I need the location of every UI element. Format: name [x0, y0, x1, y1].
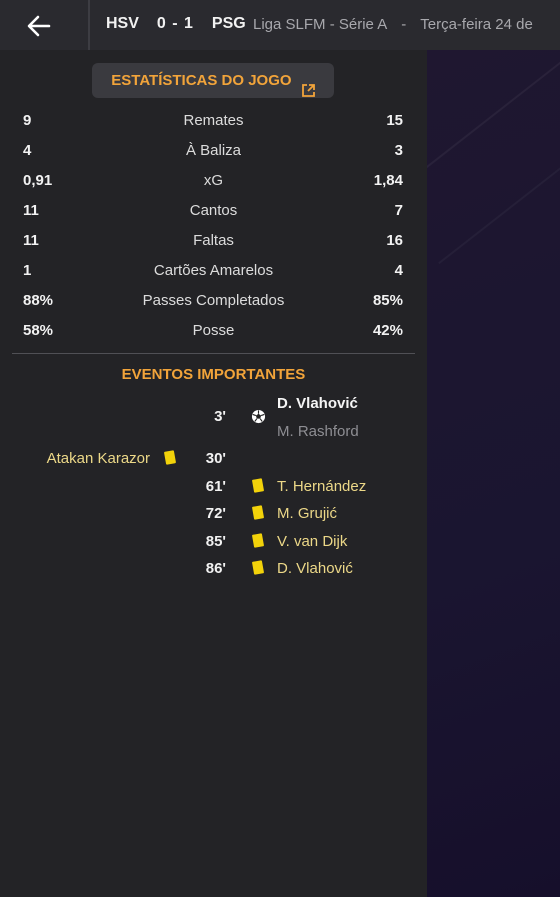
away-team: PSG	[211, 15, 246, 32]
goal-ball-icon	[251, 409, 266, 429]
yellow-card-icon	[251, 478, 265, 497]
competition-info: Liga SLFM - Série A - Terça-feira 24 de	[253, 16, 533, 33]
stat-label: Posse	[192, 322, 235, 339]
stat-label: Faltas	[193, 232, 234, 249]
top-bar: HSV 0 - 1 PSG Liga SLFM - Série A - Terça-fe…	[0, 0, 560, 50]
event-minute: 30'	[205, 450, 226, 467]
home-team: HSV	[106, 15, 139, 32]
section-divider	[12, 353, 415, 354]
stat-label: Cartões Amarelos	[153, 262, 274, 279]
match-stats-title: ESTATÍSTICAS DO JOGO	[111, 72, 292, 89]
stat-away-value: 42%	[372, 322, 403, 339]
match-stats-button[interactable]: ESTATÍSTICAS DO JOGO	[92, 63, 334, 98]
stat-label: À Baliza	[185, 142, 242, 159]
event-minute: 3'	[214, 408, 226, 425]
event-player[interactable]: M. Grujić	[277, 505, 337, 522]
competition-name: Liga SLFM - Série A	[253, 16, 388, 33]
stat-home-value: 9	[23, 112, 32, 129]
event-player[interactable]: D. Vlahović	[277, 395, 358, 412]
event-player[interactable]: Atakan Karazor	[0, 450, 150, 467]
stat-label: Remates	[183, 112, 244, 129]
stat-home-value: 0,91	[23, 172, 53, 189]
event-player[interactable]: T. Hernández	[277, 478, 366, 495]
stat-away-value: 16	[386, 232, 403, 249]
stat-row: Passes Completados 88% 85%	[0, 292, 427, 322]
stat-row: Cartões Amarelos 1 4	[0, 262, 427, 292]
yellow-card-icon	[251, 533, 265, 552]
stat-row: Posse 58% 42%	[0, 322, 427, 352]
stat-row: xG 0,91 1,84	[0, 172, 427, 202]
stat-home-value: 58%	[23, 322, 54, 339]
header-divider	[88, 0, 90, 50]
back-arrow-icon[interactable]	[24, 11, 54, 41]
stat-label: Passes Completados	[142, 292, 285, 309]
stat-row: À Baliza 4 3	[0, 142, 427, 172]
stat-home-value: 88%	[23, 292, 54, 309]
match-score: HSV 0 - 1 PSG	[106, 15, 246, 33]
stat-row: Faltas 11 16	[0, 232, 427, 262]
stat-home-value: 11	[23, 202, 39, 219]
event-minute: 72'	[205, 505, 226, 522]
yellow-card-icon	[163, 450, 177, 469]
stat-home-value: 11	[23, 232, 39, 249]
stat-away-value: 15	[386, 112, 403, 129]
background-panel	[427, 50, 560, 897]
event-minute: 86'	[205, 560, 226, 577]
stat-away-value: 7	[394, 202, 403, 219]
yellow-card-icon	[251, 505, 265, 524]
expand-icon	[301, 75, 315, 97]
stat-row: Remates 9 15	[0, 112, 427, 142]
score: 0 - 1	[156, 15, 194, 32]
event-minute: 61'	[205, 478, 226, 495]
header-separator: -	[401, 16, 407, 33]
stat-home-value: 1	[23, 262, 32, 279]
stat-label: xG	[203, 172, 224, 189]
event-minute: 85'	[205, 533, 226, 550]
stat-row: Cantos 11 7	[0, 202, 427, 232]
events-title: EVENTOS IMPORTANTES	[121, 366, 306, 383]
stat-away-value: 85%	[372, 292, 403, 309]
stat-label: Cantos	[189, 202, 238, 219]
event-assist[interactable]: M. Rashford	[277, 423, 359, 440]
event-player[interactable]: V. van Dijk	[277, 533, 347, 550]
event-player[interactable]: D. Vlahović	[277, 560, 353, 577]
stat-away-value: 4	[394, 262, 403, 279]
stat-away-value: 1,84	[373, 172, 403, 189]
stat-away-value: 3	[394, 142, 403, 159]
match-date: Terça-feira 24 de	[420, 16, 533, 33]
yellow-card-icon	[251, 560, 265, 579]
stat-home-value: 4	[23, 142, 32, 159]
